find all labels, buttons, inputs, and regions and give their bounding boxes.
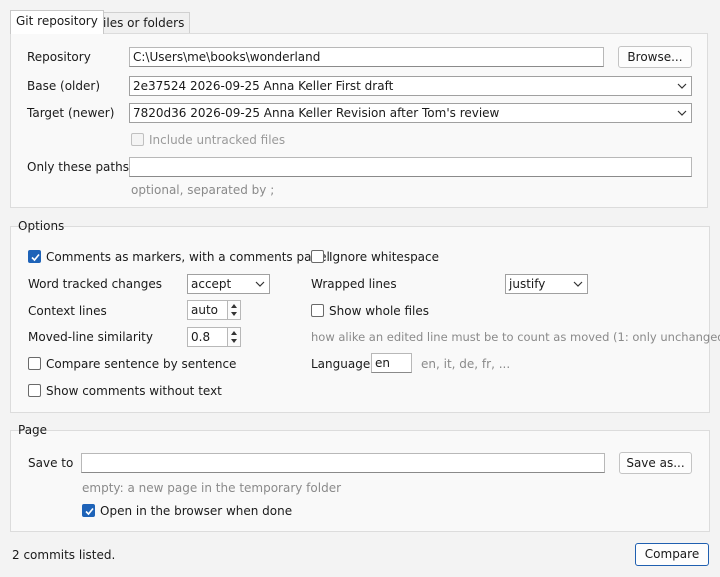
chevron-down-icon [573,281,583,287]
status-text: 2 commits listed. [12,548,116,562]
save-to-label: Save to [28,456,74,470]
chevron-down-icon [255,281,265,287]
context-lines-stepper[interactable] [227,300,241,320]
ignore-whitespace-label: Ignore whitespace [329,250,440,264]
check-icon [85,507,94,516]
save-as-button[interactable]: Save as... [619,452,692,474]
context-lines-value[interactable]: auto [187,300,227,320]
arrow-up-icon[interactable] [231,331,237,335]
repository-input[interactable]: C:\Users\me\books\wonderland [129,47,604,67]
moved-similarity-stepper[interactable] [227,327,241,347]
comments-markers-checkbox[interactable] [28,250,41,263]
open-browser-checkbox[interactable] [82,504,95,517]
base-label: Base (older) [27,79,101,93]
save-to-input[interactable] [81,453,605,473]
show-whole-files-checkbox[interactable] [311,304,324,317]
options-title: Options [18,219,65,233]
tab-files-or-folders-label: Files or folders [97,16,185,30]
compare-button[interactable]: Compare [635,543,709,566]
tab-files-or-folders[interactable]: Files or folders [91,12,191,34]
language-input[interactable]: en [371,353,412,373]
wrapped-lines-value: justify [509,277,546,291]
repository-label: Repository [27,50,91,64]
open-browser-label: Open in the browser when done [100,504,293,518]
save-to-hint: empty: a new page in the temporary folde… [82,481,342,495]
compare-sentence-checkbox[interactable] [28,357,41,370]
page-title: Page [18,423,48,437]
only-paths-hint: optional, separated by ; [131,183,275,197]
base-commit-select[interactable]: 2e37524 2026-09-25 Anna Keller First dra… [129,76,692,96]
moved-similarity-value[interactable]: 0.8 [187,327,227,347]
wrapped-lines-label: Wrapped lines [311,277,397,291]
chevron-down-icon [677,83,687,89]
arrow-down-icon[interactable] [231,339,237,343]
comments-without-text-label: Show comments without text [46,384,222,398]
compare-sentence-label: Compare sentence by sentence [46,357,237,371]
include-untracked-checkbox[interactable] [131,133,144,146]
only-paths-label: Only these paths [27,160,129,174]
word-tracked-value: accept [191,277,232,291]
tab-git-repository-label: Git repository [16,14,98,28]
show-whole-files-label: Show whole files [329,304,430,318]
base-commit-value: 2e37524 2026-09-25 Anna Keller First dra… [133,79,394,93]
word-tracked-select[interactable]: accept [187,274,270,294]
arrow-down-icon[interactable] [231,312,237,316]
moved-similarity-label: Moved-line similarity [28,330,153,344]
language-label: Language [311,357,371,371]
arrow-up-icon[interactable] [231,304,237,308]
language-hint: en, it, de, fr, ... [421,357,511,371]
moved-similarity-hint: how alike an edited line must be to coun… [311,330,720,344]
word-tracked-label: Word tracked changes [28,277,162,291]
chevron-down-icon [677,110,687,116]
target-commit-value: 7820d36 2026-09-25 Anna Keller Revision … [133,106,500,120]
check-icon [31,253,40,262]
only-paths-input[interactable] [129,157,692,177]
target-commit-select[interactable]: 7820d36 2026-09-25 Anna Keller Revision … [129,103,692,123]
context-lines-label: Context lines [28,304,107,318]
tab-git-repository[interactable]: Git repository [10,10,104,34]
comments-markers-label: Comments as markers, with a comments pan… [46,250,330,264]
include-untracked-label: Include untracked files [149,133,286,147]
wrapped-lines-select[interactable]: justify [505,274,588,294]
comments-without-text-checkbox[interactable] [28,384,41,397]
context-lines-spinner[interactable]: auto [187,300,241,320]
target-label: Target (newer) [27,106,115,120]
browse-button[interactable]: Browse... [618,46,692,68]
moved-similarity-spinner[interactable]: 0.8 [187,327,241,347]
ignore-whitespace-checkbox[interactable] [311,250,324,263]
